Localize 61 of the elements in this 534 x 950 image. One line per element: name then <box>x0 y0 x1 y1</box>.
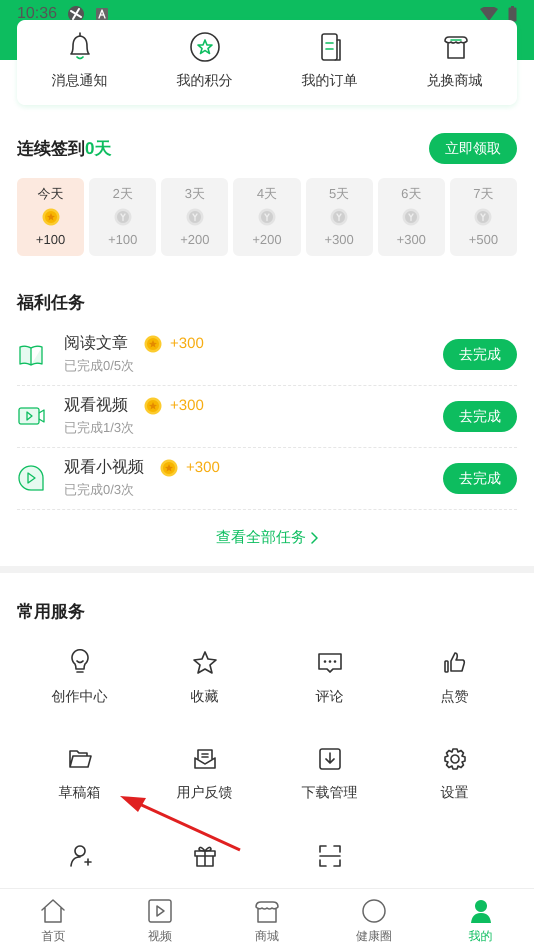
shortcut-button[interactable]: 我的积分 <box>142 30 267 91</box>
day-label: 6天 <box>401 185 422 203</box>
day-label: 今天 <box>38 185 64 203</box>
coin-icon <box>186 208 204 226</box>
wifi-icon <box>480 7 498 21</box>
section-title: 福利任务 <box>17 292 86 314</box>
task-name: 阅读文章 <box>64 334 128 354</box>
play-icon <box>146 897 174 925</box>
reward-text: +300 <box>170 396 204 416</box>
nav-tab[interactable]: 商城 <box>214 889 320 950</box>
coin-icon <box>330 208 348 226</box>
task-name: 观看视频 <box>64 396 128 416</box>
day-label: 5天 <box>329 185 350 203</box>
progress-text: 已完成0/5次 <box>64 357 136 376</box>
coin-icon <box>144 397 162 416</box>
coin-icon <box>402 208 420 226</box>
task-name: 观看小视频 <box>64 458 144 478</box>
coin-icon <box>144 335 162 354</box>
reward-text: +300 <box>324 230 354 248</box>
battery-icon <box>508 6 517 22</box>
reward-text: +200 <box>180 230 210 248</box>
day-label: 4天 <box>256 185 278 203</box>
reward-text: +300 <box>186 458 220 478</box>
coin-icon <box>42 208 60 226</box>
day-label: 7天 <box>473 185 494 203</box>
circle-icon <box>360 897 388 925</box>
coin-icon <box>160 459 178 478</box>
service-button[interactable]: 下载管理 <box>267 745 392 822</box>
chevron-right-icon <box>310 532 318 544</box>
coin-icon <box>114 208 132 226</box>
reward-text: +100 <box>108 230 138 248</box>
coin-icon <box>474 208 492 226</box>
reward-text: +100 <box>36 230 66 248</box>
star-icon <box>190 648 218 676</box>
service-button[interactable]: 草稿箱 <box>17 745 142 822</box>
nav-tab[interactable]: 首页 <box>0 889 107 950</box>
progress-text: 已完成1/3次 <box>64 419 136 438</box>
day-label: 3天 <box>184 185 205 203</box>
nav-tab[interactable]: 健康圈 <box>320 889 428 950</box>
nav-tab[interactable]: 视频 <box>106 889 214 950</box>
star-badge-icon <box>188 30 222 64</box>
service-button[interactable]: 点赞 <box>392 648 517 726</box>
section-title: 连续签到0天 <box>17 138 112 160</box>
home-icon <box>39 897 68 925</box>
reward-text: +200 <box>252 230 282 248</box>
service-button[interactable]: 收藏 <box>142 648 267 726</box>
service-button[interactable]: 创作中心 <box>17 648 142 726</box>
shortcut-button[interactable]: 兑换商城 <box>392 30 517 91</box>
reward-text: +300 <box>170 334 204 354</box>
reward-text: +500 <box>468 230 498 248</box>
day-label: 2天 <box>112 185 133 203</box>
service-button[interactable]: 用户反馈 <box>142 745 267 822</box>
shortcut-button[interactable]: 我的订单 <box>267 30 392 91</box>
progress-text: 已完成0/3次 <box>64 481 136 500</box>
coin-icon <box>258 208 276 226</box>
clock-text: 10:36 <box>17 4 58 24</box>
section-title: 常用服务 <box>17 601 86 623</box>
service-button[interactable]: 设置 <box>392 745 517 822</box>
shortcut-button[interactable]: 消息通知 <box>17 30 142 91</box>
service-button[interactable]: 评论 <box>267 648 392 726</box>
reward-text: +300 <box>396 230 426 248</box>
